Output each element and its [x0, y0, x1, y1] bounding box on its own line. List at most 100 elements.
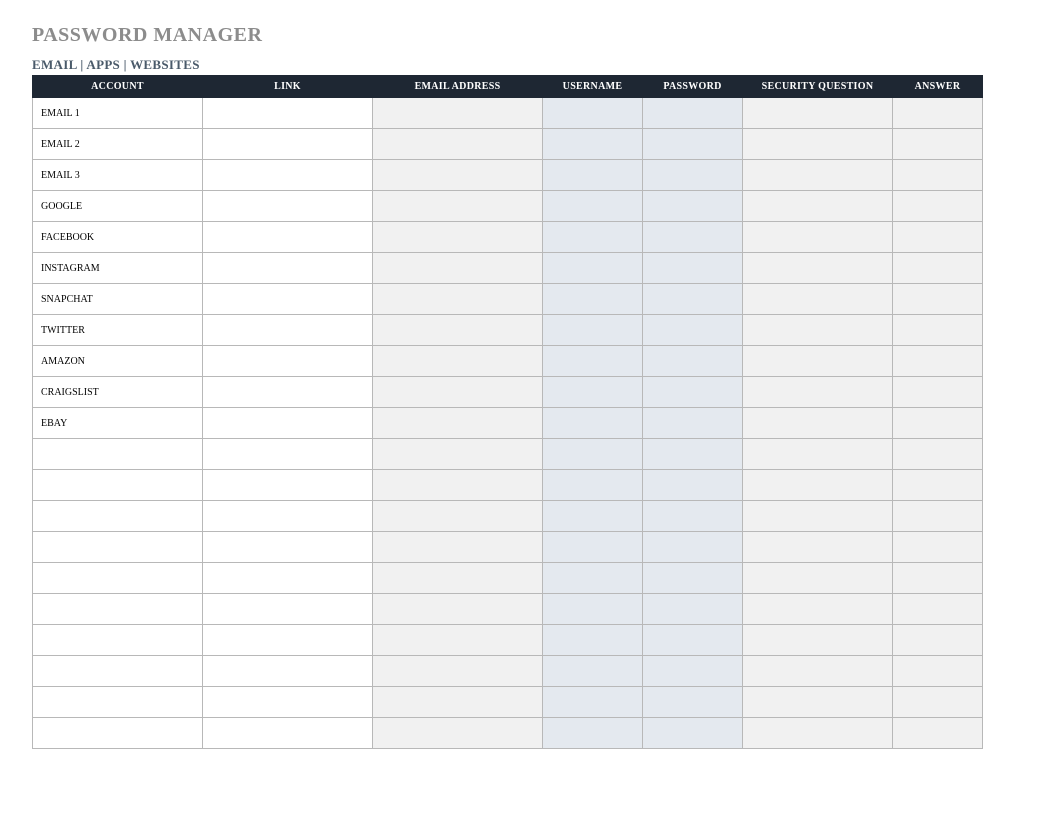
cell-link[interactable]	[203, 346, 373, 377]
cell-security-question[interactable]	[743, 98, 893, 129]
cell-link[interactable]	[203, 532, 373, 563]
cell-answer[interactable]	[893, 718, 983, 749]
cell-password[interactable]	[643, 408, 743, 439]
cell-answer[interactable]	[893, 160, 983, 191]
cell-username[interactable]	[543, 160, 643, 191]
cell-security-question[interactable]	[743, 346, 893, 377]
cell-email[interactable]	[373, 284, 543, 315]
cell-username[interactable]	[543, 439, 643, 470]
cell-link[interactable]	[203, 470, 373, 501]
cell-security-question[interactable]	[743, 160, 893, 191]
cell-account[interactable]	[33, 439, 203, 470]
cell-security-question[interactable]	[743, 253, 893, 284]
cell-password[interactable]	[643, 160, 743, 191]
cell-link[interactable]	[203, 501, 373, 532]
cell-password[interactable]	[643, 315, 743, 346]
cell-password[interactable]	[643, 284, 743, 315]
cell-username[interactable]	[543, 501, 643, 532]
cell-username[interactable]	[543, 129, 643, 160]
cell-email[interactable]	[373, 532, 543, 563]
cell-security-question[interactable]	[743, 470, 893, 501]
cell-password[interactable]	[643, 656, 743, 687]
cell-answer[interactable]	[893, 377, 983, 408]
cell-email[interactable]	[373, 377, 543, 408]
cell-username[interactable]	[543, 98, 643, 129]
cell-username[interactable]	[543, 346, 643, 377]
cell-email[interactable]	[373, 191, 543, 222]
cell-link[interactable]	[203, 191, 373, 222]
cell-security-question[interactable]	[743, 594, 893, 625]
cell-answer[interactable]	[893, 346, 983, 377]
cell-email[interactable]	[373, 625, 543, 656]
cell-account[interactable]	[33, 594, 203, 625]
cell-password[interactable]	[643, 470, 743, 501]
cell-security-question[interactable]	[743, 377, 893, 408]
cell-username[interactable]	[543, 377, 643, 408]
cell-password[interactable]	[643, 191, 743, 222]
cell-password[interactable]	[643, 687, 743, 718]
cell-security-question[interactable]	[743, 532, 893, 563]
cell-password[interactable]	[643, 439, 743, 470]
cell-password[interactable]	[643, 563, 743, 594]
cell-account[interactable]	[33, 656, 203, 687]
cell-account[interactable]: SNAPCHAT	[33, 284, 203, 315]
cell-account[interactable]	[33, 563, 203, 594]
cell-security-question[interactable]	[743, 222, 893, 253]
cell-security-question[interactable]	[743, 625, 893, 656]
cell-answer[interactable]	[893, 253, 983, 284]
cell-password[interactable]	[643, 129, 743, 160]
cell-account[interactable]	[33, 470, 203, 501]
cell-account[interactable]	[33, 625, 203, 656]
cell-username[interactable]	[543, 470, 643, 501]
cell-account[interactable]: TWITTER	[33, 315, 203, 346]
cell-answer[interactable]	[893, 470, 983, 501]
cell-email[interactable]	[373, 594, 543, 625]
cell-email[interactable]	[373, 315, 543, 346]
cell-link[interactable]	[203, 98, 373, 129]
cell-link[interactable]	[203, 718, 373, 749]
cell-account[interactable]: AMAZON	[33, 346, 203, 377]
cell-password[interactable]	[643, 377, 743, 408]
cell-account[interactable]	[33, 501, 203, 532]
cell-link[interactable]	[203, 222, 373, 253]
cell-answer[interactable]	[893, 625, 983, 656]
cell-account[interactable]: EMAIL 1	[33, 98, 203, 129]
cell-username[interactable]	[543, 718, 643, 749]
cell-security-question[interactable]	[743, 315, 893, 346]
cell-account[interactable]	[33, 687, 203, 718]
cell-account[interactable]	[33, 532, 203, 563]
cell-email[interactable]	[373, 408, 543, 439]
cell-account[interactable]: CRAIGSLIST	[33, 377, 203, 408]
cell-answer[interactable]	[893, 129, 983, 160]
cell-security-question[interactable]	[743, 563, 893, 594]
cell-password[interactable]	[643, 625, 743, 656]
cell-answer[interactable]	[893, 563, 983, 594]
cell-answer[interactable]	[893, 656, 983, 687]
cell-answer[interactable]	[893, 439, 983, 470]
cell-security-question[interactable]	[743, 501, 893, 532]
cell-account[interactable]: EMAIL 3	[33, 160, 203, 191]
cell-account[interactable]: EMAIL 2	[33, 129, 203, 160]
cell-email[interactable]	[373, 501, 543, 532]
cell-security-question[interactable]	[743, 439, 893, 470]
cell-link[interactable]	[203, 129, 373, 160]
cell-password[interactable]	[643, 718, 743, 749]
cell-password[interactable]	[643, 222, 743, 253]
cell-security-question[interactable]	[743, 687, 893, 718]
cell-security-question[interactable]	[743, 408, 893, 439]
cell-link[interactable]	[203, 160, 373, 191]
cell-email[interactable]	[373, 656, 543, 687]
cell-username[interactable]	[543, 594, 643, 625]
cell-password[interactable]	[643, 594, 743, 625]
cell-email[interactable]	[373, 129, 543, 160]
cell-link[interactable]	[203, 687, 373, 718]
cell-email[interactable]	[373, 253, 543, 284]
cell-password[interactable]	[643, 501, 743, 532]
cell-link[interactable]	[203, 377, 373, 408]
cell-answer[interactable]	[893, 284, 983, 315]
cell-username[interactable]	[543, 625, 643, 656]
cell-email[interactable]	[373, 346, 543, 377]
cell-link[interactable]	[203, 625, 373, 656]
cell-username[interactable]	[543, 563, 643, 594]
cell-link[interactable]	[203, 439, 373, 470]
